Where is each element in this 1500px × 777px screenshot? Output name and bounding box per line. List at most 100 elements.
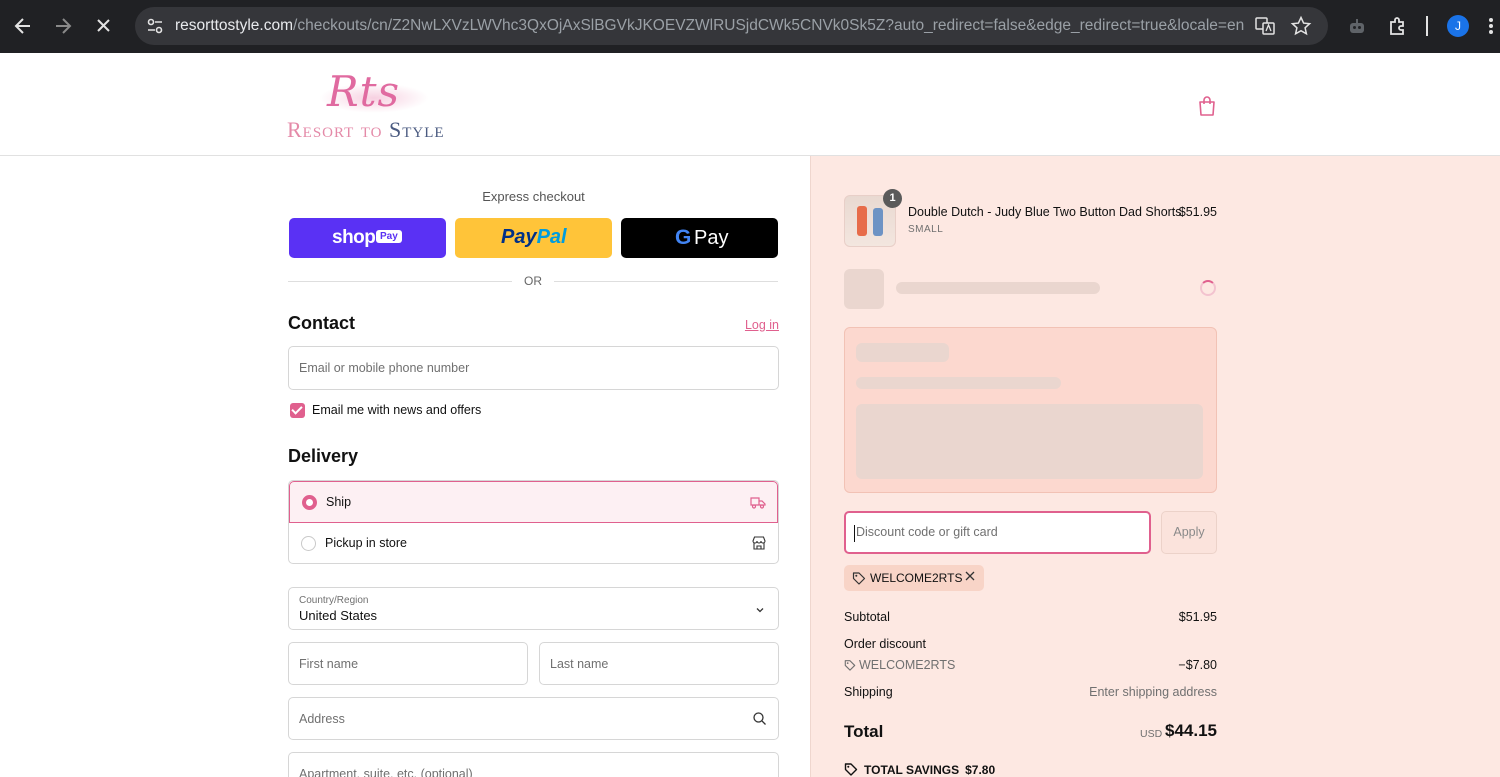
savings-value: $7.80 <box>965 763 996 777</box>
star-icon[interactable] <box>1290 15 1312 37</box>
product-name: Double Dutch - Judy Blue Two Button Dad … <box>908 205 1182 219</box>
subtotal-label: Subtotal <box>844 610 890 624</box>
delivery-heading: Delivery <box>288 446 359 466</box>
back-icon[interactable] <box>11 13 35 39</box>
google-g-icon: G <box>675 226 692 249</box>
delivery-method-group: Ship Pickup in store <box>288 480 779 564</box>
thumbnail-figure-1 <box>857 206 867 236</box>
store-logo[interactable]: Rts Resort to Style <box>287 67 472 142</box>
text-cursor <box>854 525 855 542</box>
total-amount: $44.15 <box>1165 721 1217 740</box>
google-pay-button[interactable]: G Pay <box>621 218 778 258</box>
toolbar-divider <box>1426 16 1428 36</box>
order-discount-label: Order discount <box>844 637 926 651</box>
pickup-label: Pickup in store <box>325 536 407 550</box>
email-field[interactable]: Email or mobile phone number <box>288 346 779 390</box>
address-placeholder: Address <box>299 712 345 726</box>
delivery-option-pickup[interactable]: Pickup in store <box>289 523 778 563</box>
total-label: Total <box>844 722 884 741</box>
newsletter-label: Email me with news and offers <box>312 403 482 417</box>
address-field[interactable]: Address <box>288 697 779 740</box>
tag-icon <box>844 762 858 776</box>
last-name-field[interactable]: Last name <box>539 642 779 685</box>
total-savings: TOTAL SAVINGS $7.80 <box>844 762 995 777</box>
close-icon[interactable] <box>91 13 115 39</box>
loading-skeleton-block <box>856 404 1203 479</box>
browser-toolbar: resorttostyle.com/checkouts/cn/Z2NwLXVzL… <box>0 0 1500 53</box>
loading-skeleton-line <box>896 282 1100 294</box>
loading-skeleton-card <box>844 327 1217 493</box>
google-pay-label: Pay <box>694 227 729 249</box>
country-select[interactable]: Country/Region United States <box>288 587 779 630</box>
contact-heading: Contact <box>288 313 355 333</box>
truck-icon <box>750 494 766 510</box>
loading-skeleton-subtitle <box>856 377 1061 389</box>
logo-script: Rts <box>327 67 401 116</box>
extension-icon[interactable] <box>1345 14 1369 38</box>
subtotal-row: Subtotal $51.95 <box>844 610 1217 624</box>
translate-icon[interactable] <box>1254 15 1276 37</box>
discount-code-input[interactable]: Discount code or gift card <box>844 511 1151 554</box>
last-name-placeholder: Last name <box>550 657 609 671</box>
apartment-placeholder: Apartment, suite, etc. (optional) <box>299 767 473 777</box>
more-icon[interactable] <box>1486 14 1496 38</box>
tune-icon[interactable] <box>143 14 167 38</box>
shipping-label: Shipping <box>844 685 893 699</box>
login-link[interactable]: Log in <box>745 318 779 332</box>
tag-icon <box>844 659 856 671</box>
shop-pay-button[interactable]: shop Pay <box>289 218 446 258</box>
site-header: Rts Resort to Style <box>0 53 1500 156</box>
paypal-button[interactable]: PayPal <box>455 218 612 258</box>
thumbnail-figure-2 <box>873 208 883 236</box>
quantity-badge: 1 <box>883 189 902 208</box>
subtotal-value: $51.95 <box>1178 610 1217 624</box>
apply-button[interactable]: Apply <box>1161 511 1217 554</box>
address-bar[interactable]: resorttostyle.com/checkouts/cn/Z2NwLXVzL… <box>135 7 1328 45</box>
shipping-row: Shipping Enter shipping address <box>844 685 1217 699</box>
ship-radio[interactable] <box>302 495 317 510</box>
divider-line-right <box>554 281 778 282</box>
discount-placeholder: Discount code or gift card <box>856 525 998 539</box>
discount-code-row: WELCOME2RTS −$7.80 <box>844 658 1217 672</box>
applied-code-label: WELCOME2RTS <box>870 571 963 585</box>
express-checkout-label: Express checkout <box>482 189 585 204</box>
newsletter-checkbox[interactable] <box>290 403 305 418</box>
shop-pay-wordmark: shop <box>332 227 376 248</box>
apartment-field[interactable]: Apartment, suite, etc. (optional) <box>288 752 779 777</box>
savings-label: TOTAL SAVINGS <box>864 763 960 777</box>
discount-code-text: WELCOME2RTS <box>859 658 956 672</box>
loading-skeleton-title <box>856 343 949 362</box>
first-name-placeholder: First name <box>299 657 359 671</box>
tag-icon <box>852 571 866 585</box>
shipping-value: Enter shipping address <box>1089 685 1217 699</box>
paypal-wordmark: PayPal <box>501 226 567 248</box>
country-label: Country/Region <box>299 595 369 606</box>
discount-amount: −$7.80 <box>1178 658 1217 672</box>
total-currency: USD <box>1140 728 1163 740</box>
store-icon <box>751 535 767 551</box>
email-placeholder: Email or mobile phone number <box>299 361 470 375</box>
profile-avatar[interactable]: J <box>1447 15 1469 37</box>
loading-skeleton-thumb <box>844 269 884 309</box>
applied-discount-tag: WELCOME2RTS <box>844 565 984 591</box>
puzzle-icon[interactable] <box>1386 14 1410 38</box>
divider-line-left <box>288 281 512 282</box>
or-text: OR <box>524 274 542 288</box>
first-name-field[interactable]: First name <box>288 642 528 685</box>
shopping-bag-icon[interactable] <box>1197 95 1217 117</box>
shop-pay-badge: Pay <box>376 230 402 243</box>
loading-spinner-icon <box>1200 280 1216 296</box>
product-price: $51.95 <box>1178 205 1217 219</box>
order-discount-row: Order discount <box>844 637 1217 651</box>
pickup-radio[interactable] <box>301 536 316 551</box>
delivery-option-ship[interactable]: Ship <box>289 481 778 523</box>
logo-wordmark: Resort to Style <box>287 117 445 142</box>
product-variant: SMALL <box>908 224 944 235</box>
search-icon <box>752 711 767 731</box>
forward-icon[interactable] <box>51 13 75 39</box>
remove-discount-icon[interactable] <box>964 568 976 586</box>
or-divider: OR <box>288 273 779 289</box>
country-value: United States <box>299 608 378 623</box>
chevron-down-icon <box>754 603 766 621</box>
url-text[interactable]: resorttostyle.com/checkouts/cn/Z2NwLXVzL… <box>175 17 1245 35</box>
